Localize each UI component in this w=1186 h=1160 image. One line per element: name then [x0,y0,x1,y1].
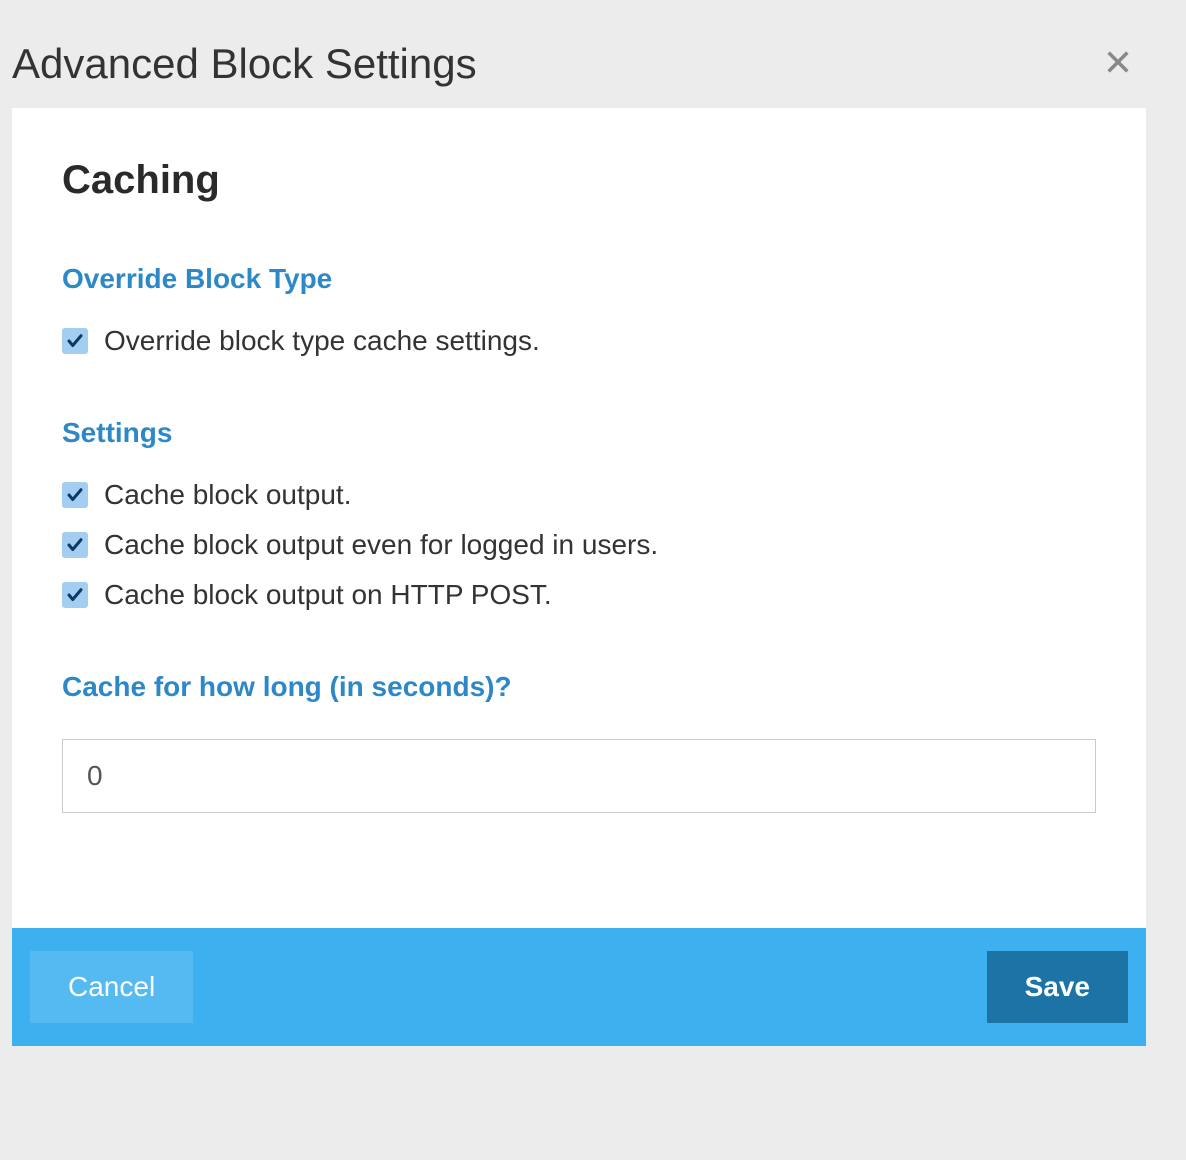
section-duration-title: Cache for how long (in seconds)? [62,671,1096,703]
override-checkbox-label: Override block type cache settings. [104,325,540,357]
section-settings-title: Settings [62,417,1096,449]
override-checkbox[interactable] [62,328,88,354]
save-button[interactable]: Save [987,951,1128,1023]
checkbox-row-cache-output: Cache block output. [62,479,1096,511]
checkbox-row-override: Override block type cache settings. [62,325,1096,357]
cache-logged-in-label: Cache block output even for logged in us… [104,529,658,561]
checkbox-row-cache-logged-in: Cache block output even for logged in us… [62,529,1096,561]
section-override-title: Override Block Type [62,263,1096,295]
check-icon [66,536,84,554]
settings-dialog: Advanced Block Settings Caching Override… [0,0,1186,1046]
settings-panel[interactable]: Caching Override Block Type Override blo… [12,108,1146,928]
check-icon [66,586,84,604]
dialog-header: Advanced Block Settings [12,40,1146,108]
cache-output-checkbox[interactable] [62,482,88,508]
panel-title: Caching [62,158,1096,203]
cache-output-label: Cache block output. [104,479,352,511]
cache-duration-input[interactable] [62,739,1096,813]
dialog-title: Advanced Block Settings [12,40,477,88]
check-icon [66,332,84,350]
check-icon [66,486,84,504]
close-button[interactable] [1100,44,1136,85]
checkbox-row-cache-post: Cache block output on HTTP POST. [62,579,1096,611]
cache-post-checkbox[interactable] [62,582,88,608]
cancel-button[interactable]: Cancel [30,951,193,1023]
dialog-footer: Cancel Save [12,928,1146,1046]
cache-post-label: Cache block output on HTTP POST. [104,579,552,611]
cache-logged-in-checkbox[interactable] [62,532,88,558]
close-icon [1104,48,1132,76]
